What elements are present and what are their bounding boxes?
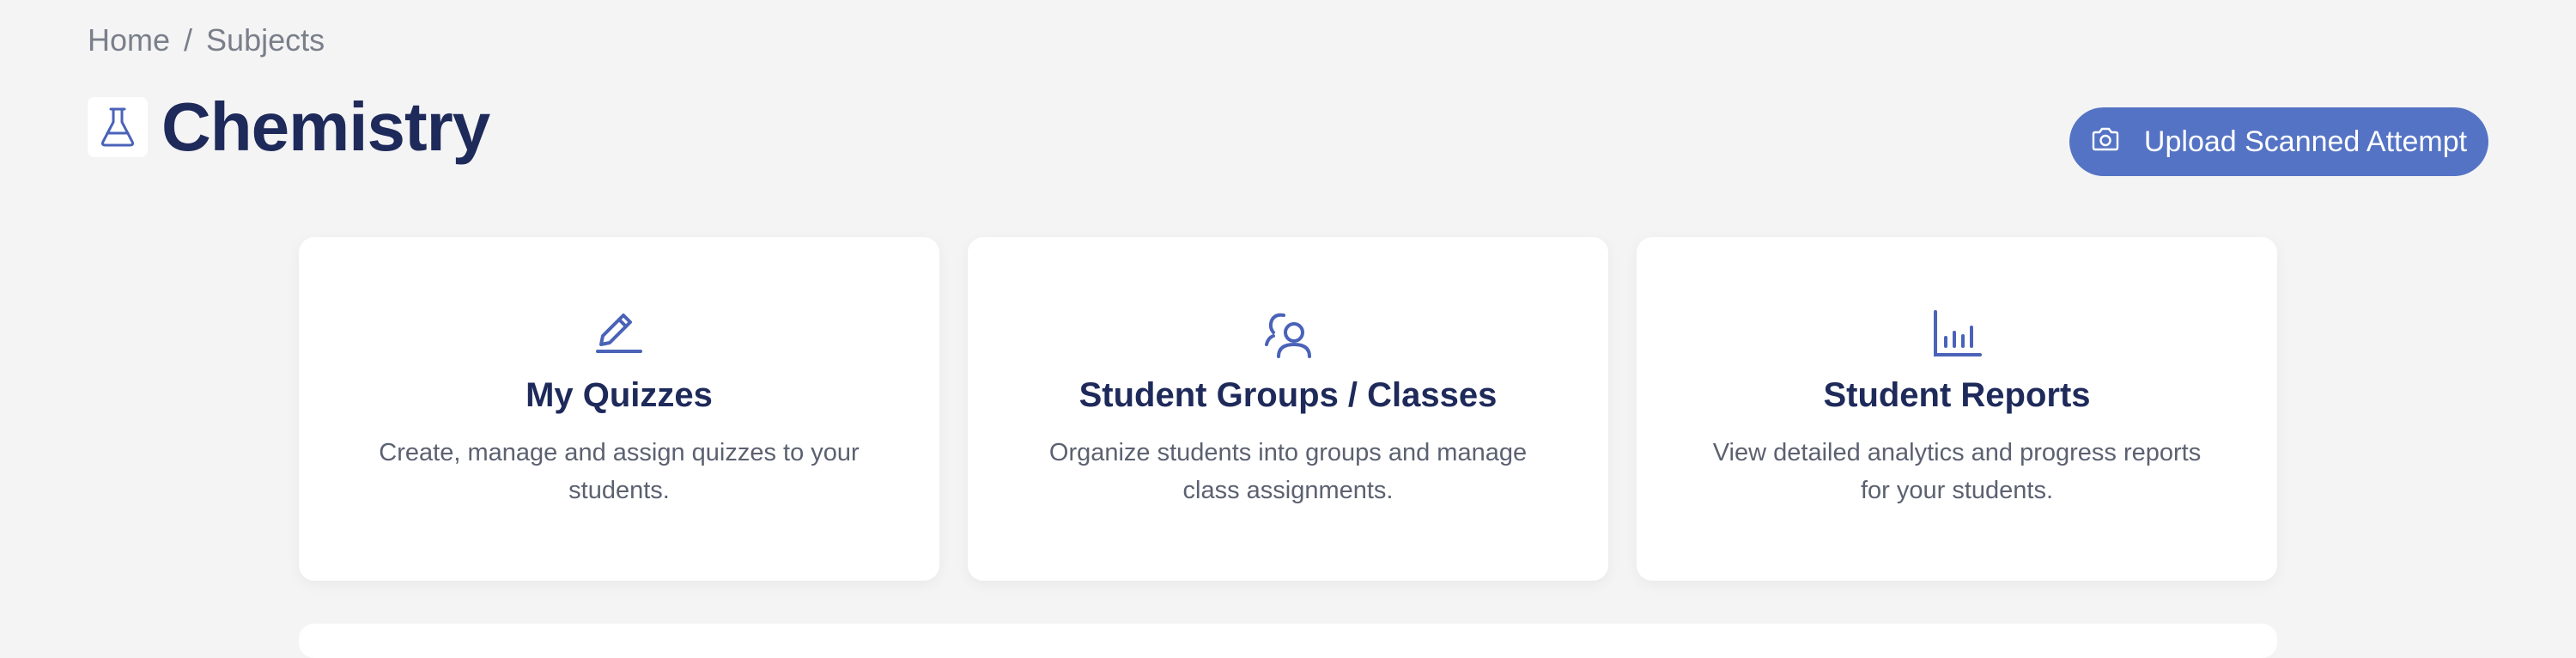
users-icon [1261,306,1315,361]
upload-scanned-attempt-button[interactable]: Upload Scanned Attempt [2069,107,2488,176]
next-section-card [299,624,2277,658]
page-title: Chemistry [161,88,490,165]
flask-icon [88,97,148,157]
feature-cards: My Quizzes Create, manage and assign qui… [299,237,2277,581]
breadcrumb: Home / Subjects [88,22,325,58]
card-student-groups[interactable]: Student Groups / Classes Organize studen… [968,237,1608,581]
upload-button-label: Upload Scanned Attempt [2143,125,2468,158]
card-title: Student Groups / Classes [1078,376,1498,414]
camera-icon [2091,125,2120,159]
card-my-quizzes[interactable]: My Quizzes Create, manage and assign qui… [299,237,939,581]
card-title: Student Reports [1823,376,2091,414]
bar-chart-icon [1929,306,1984,361]
card-description: View detailed analytics and progress rep… [1712,439,2202,504]
breadcrumb-separator: / [184,22,193,58]
breadcrumb-home[interactable]: Home [88,22,170,58]
card-title: My Quizzes [526,376,713,414]
page-header: Chemistry [88,88,490,165]
card-description: Organize students into groups and manage… [1048,439,1528,504]
breadcrumb-subjects[interactable]: Subjects [206,22,325,58]
card-description: Create, manage and assign quizzes to you… [379,439,860,504]
card-student-reports[interactable]: Student Reports View detailed analytics … [1637,237,2277,581]
pencil-icon [592,306,647,361]
